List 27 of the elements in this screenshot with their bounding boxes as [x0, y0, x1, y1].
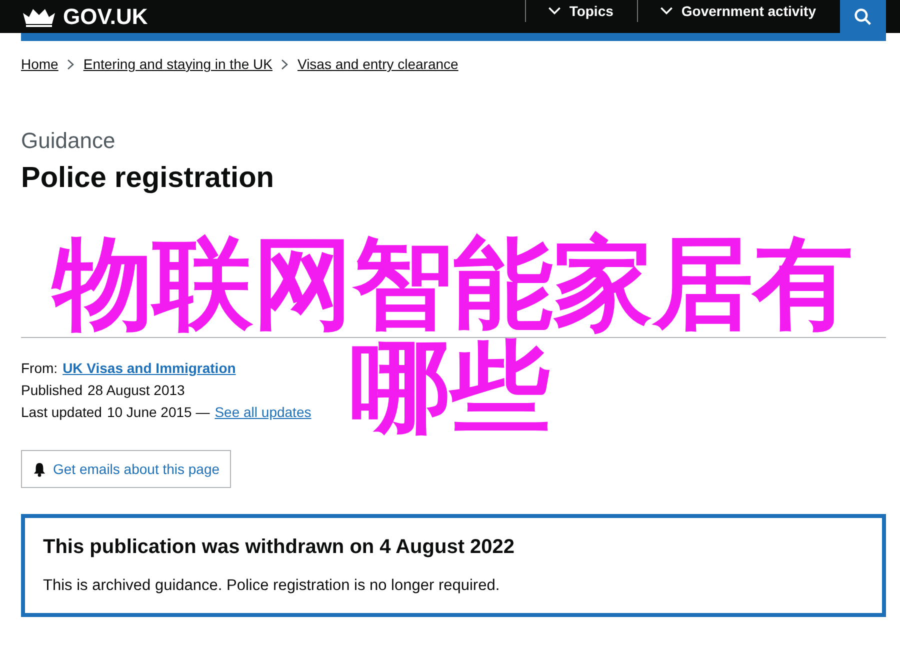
notice-text: This is archived guidance. Police registration is no longer required.: [43, 577, 501, 595]
overlay-caption: 物联网智能家居有: [50, 232, 853, 336]
organisation-link[interactable]: UK Visas and Immigration: [62, 360, 236, 376]
breadcrumb-link[interactable]: Entering and staying in the UK: [83, 56, 272, 72]
breadcrumb-link[interactable]: Home: [21, 56, 58, 72]
search-icon: [854, 8, 872, 26]
chevron-right-icon: [281, 58, 288, 70]
meta-value: 28 August 2013: [88, 382, 185, 398]
meta-label: Published: [21, 382, 82, 398]
chevron-right-icon: [67, 58, 74, 70]
meta-label: From:: [21, 360, 58, 376]
bell-icon: [33, 462, 46, 476]
updates-link[interactable]: See all updates: [214, 404, 312, 420]
meta-value: 10 June 2015 —: [106, 404, 210, 420]
site-logo[interactable]: GOV.UK: [63, 4, 148, 30]
breadcrumb-link[interactable]: Visas and entry clearance: [297, 56, 458, 72]
chevron-down-icon: [548, 7, 562, 15]
overlay-caption: 哪些: [350, 336, 550, 440]
email-button[interactable]: Get emails about this page: [21, 450, 231, 488]
chevron-down-icon: [660, 7, 674, 15]
notice-title: This publication was withdrawn on 4 August 2022: [43, 536, 516, 559]
page-caption: Guidance: [21, 128, 116, 154]
search-button[interactable]: [840, 0, 886, 33]
nav-menu-button[interactable]: Topics: [525, 0, 638, 22]
page-title: Police registration: [21, 162, 276, 195]
crown-icon: [21, 6, 57, 26]
meta-label: Last updated: [21, 404, 102, 420]
